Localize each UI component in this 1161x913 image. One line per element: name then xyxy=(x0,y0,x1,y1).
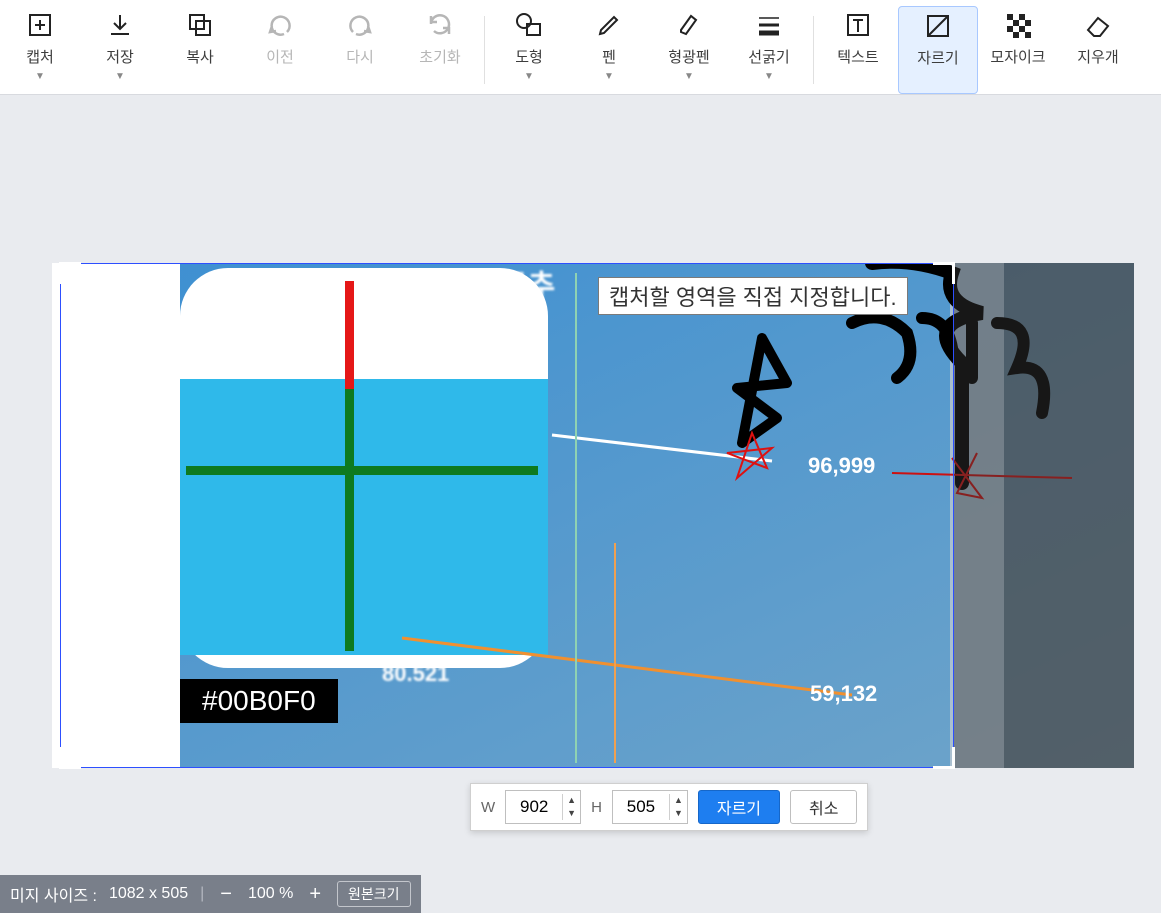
tool-save[interactable]: 저장 ▼ xyxy=(80,6,160,94)
tool-label: 형광펜 xyxy=(668,46,709,67)
crop-handle-top-left[interactable] xyxy=(59,262,81,284)
crop-apply-button[interactable]: 자르기 xyxy=(698,790,780,824)
shape-icon xyxy=(515,10,543,40)
original-size-button[interactable]: 원본크기 xyxy=(337,881,411,907)
width-up-icon[interactable]: ▲ xyxy=(563,794,580,807)
tool-label: 초기화 xyxy=(419,46,460,67)
tool-recapture[interactable]: 캡처 ▼ xyxy=(0,6,80,94)
chevron-down-icon: ▼ xyxy=(604,71,614,82)
crop-rectangle[interactable] xyxy=(60,263,954,768)
height-up-icon[interactable]: ▲ xyxy=(670,794,687,807)
zoom-out-button[interactable]: − xyxy=(216,884,236,904)
chevron-down-icon: ▼ xyxy=(524,71,534,82)
crop-handle-top-right[interactable] xyxy=(933,262,955,284)
width-down-icon[interactable]: ▼ xyxy=(563,807,580,820)
tool-shape[interactable]: 도형 ▼ xyxy=(489,6,569,94)
chevron-down-icon: ▼ xyxy=(764,71,774,82)
canvas-area: 캡처할 영역을 직접 지정합니다. 96,999 59,132 80.521 공… xyxy=(0,95,1161,875)
reset-icon xyxy=(427,10,453,40)
tool-highlight[interactable]: 형광펜 ▼ xyxy=(649,6,729,94)
tool-redo: 다시 xyxy=(320,6,400,94)
tool-label: 지우개 xyxy=(1077,46,1118,67)
tool-eraser[interactable]: 지우개 xyxy=(1058,6,1138,94)
copy-icon xyxy=(187,10,213,40)
status-separator: | xyxy=(200,885,204,903)
height-label: H xyxy=(591,799,602,816)
tool-copy[interactable]: 복사 xyxy=(160,6,240,94)
image-size-value: 1082 x 505 xyxy=(109,885,188,903)
line-weight-icon xyxy=(756,10,782,40)
tool-label: 선굵기 xyxy=(748,46,789,67)
chevron-down-icon: ▼ xyxy=(684,71,694,82)
mosaic-icon xyxy=(1005,10,1031,40)
chevron-down-icon: ▼ xyxy=(35,71,45,82)
image-size-label: 미지 사이즈 : xyxy=(10,882,97,906)
redo-icon xyxy=(347,10,373,40)
crop-handle-bottom-right[interactable] xyxy=(933,747,955,769)
tool-label: 모자이크 xyxy=(990,46,1045,67)
height-down-icon[interactable]: ▼ xyxy=(670,807,687,820)
text-icon xyxy=(845,10,871,40)
tool-label: 복사 xyxy=(186,46,214,67)
tool-crop[interactable]: 자르기 xyxy=(898,6,978,94)
tool-pen[interactable]: 펜▼ xyxy=(569,6,649,94)
download-icon xyxy=(107,10,133,40)
tool-label: 저장 xyxy=(106,46,134,67)
tool-label: 자르기 xyxy=(917,47,958,68)
pen-icon xyxy=(596,10,622,40)
captured-image-wrap: 캡처할 영역을 직접 지정합니다. 96,999 59,132 80.521 공… xyxy=(52,263,1134,768)
tool-text[interactable]: 텍스트 xyxy=(818,6,898,94)
width-label: W xyxy=(481,799,495,816)
tool-reset: 초기화 xyxy=(400,6,480,94)
crop-cancel-button[interactable]: 취소 xyxy=(790,790,857,824)
tool-label: 캡처 xyxy=(26,46,54,67)
tool-lineweight[interactable]: 선굵기 ▼ xyxy=(729,6,809,94)
tool-label: 텍스트 xyxy=(837,46,878,67)
crop-icon xyxy=(925,11,951,41)
tool-label: 다시 xyxy=(346,46,374,67)
highlighter-icon xyxy=(676,10,702,40)
crop-size-bar: W ▲▼ H ▲▼ 자르기 취소 xyxy=(470,783,868,831)
undo-icon xyxy=(267,10,293,40)
plus-frame-icon xyxy=(27,10,53,40)
eraser-icon xyxy=(1084,10,1112,40)
zoom-in-button[interactable]: + xyxy=(305,884,325,904)
tool-label: 펜 xyxy=(602,46,616,67)
crop-handle-bottom-left[interactable] xyxy=(59,747,81,769)
chevron-down-icon: ▼ xyxy=(115,71,125,82)
toolbar: 캡처▼저장▼복사이전다시초기화도형▼펜▼형광펜▼선굵기▼텍스트자르기모자이크지우… xyxy=(0,0,1161,95)
tool-label: 도형 xyxy=(515,46,543,67)
zoom-level: 100 % xyxy=(248,885,293,903)
tool-mosaic[interactable]: 모자이크 xyxy=(978,6,1058,94)
tool-undo: 이전 xyxy=(240,6,320,94)
tool-label: 이전 xyxy=(266,46,294,67)
status-bar: 미지 사이즈 : 1082 x 505 | − 100 % + 원본크기 xyxy=(0,875,421,913)
crop-mask xyxy=(954,263,1134,768)
crop-width-input[interactable] xyxy=(506,791,562,823)
crop-height-input[interactable] xyxy=(613,791,669,823)
